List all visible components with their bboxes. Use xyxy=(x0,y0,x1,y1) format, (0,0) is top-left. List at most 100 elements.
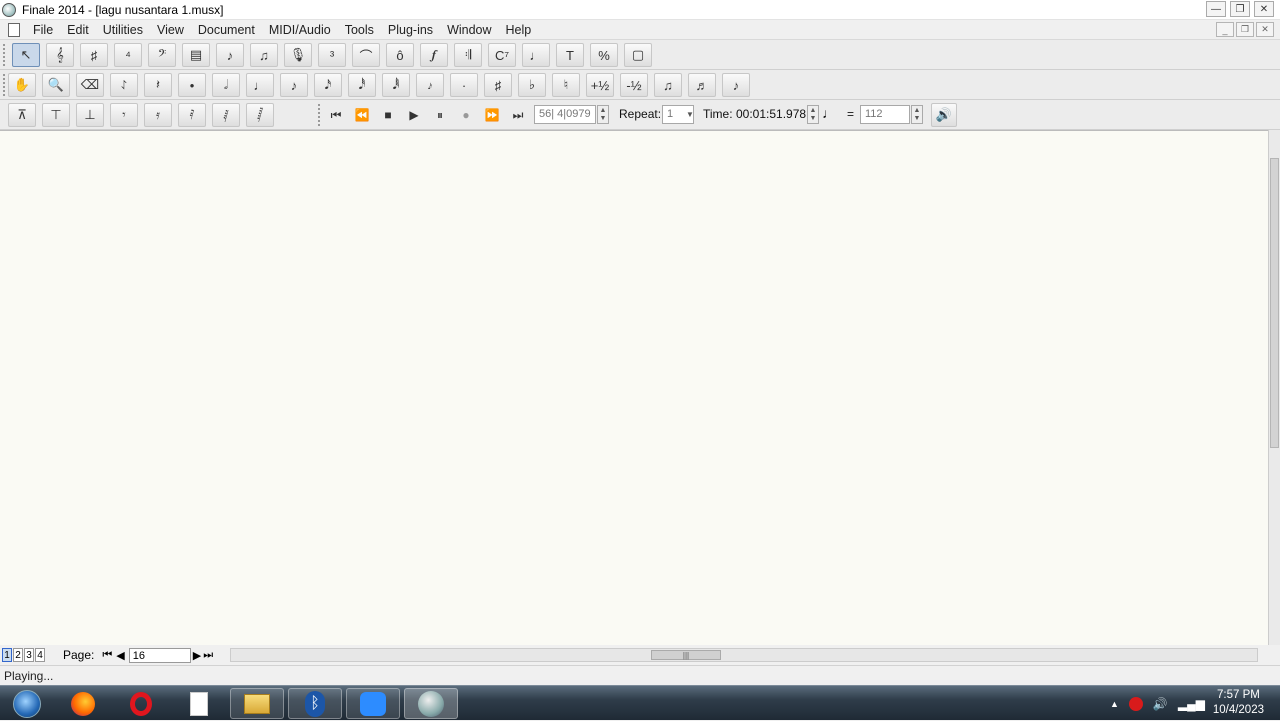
taskbar-explorer[interactable] xyxy=(230,688,284,719)
simple-entry-icon[interactable]: ♪ xyxy=(216,43,244,67)
score-view[interactable]: LAGU NUSANTARA16𝄞𝄞𝄞𝄞𝄢𝄢𝄢𝄞𝄞𝄞𝄥𝄥𝄥𝄥485051LAGU… xyxy=(0,130,1268,645)
quarter-note-icon[interactable]: ♩ xyxy=(822,105,836,121)
menu-view[interactable]: View xyxy=(150,23,191,37)
toolbar-grip[interactable] xyxy=(3,74,7,96)
tempo-field[interactable]: 112 xyxy=(860,105,910,124)
eighth-note-icon[interactable]: ♪ xyxy=(280,73,308,97)
dot-toggle-icon[interactable]: • xyxy=(178,73,206,97)
staff-style-7-icon[interactable]: 𝅁 xyxy=(212,103,240,127)
tuplet-tool-icon[interactable]: ³ xyxy=(318,43,346,67)
time-signature-tool-icon[interactable]: ⁴ xyxy=(114,43,142,67)
menu-edit[interactable]: Edit xyxy=(60,23,96,37)
taskbar-bluetooth[interactable]: ᛒ xyxy=(288,688,342,719)
next-page-icon[interactable]: ▶ xyxy=(193,649,201,662)
rest-icon[interactable]: 𝄽 xyxy=(144,73,172,97)
eraser-icon[interactable]: ⌫ xyxy=(76,73,104,97)
menu-midi-audio[interactable]: MIDI/Audio xyxy=(262,23,338,37)
augmentation-dot-icon[interactable]: · xyxy=(450,73,478,97)
volume-icon[interactable]: 🔊 xyxy=(1153,697,1168,711)
menu-window[interactable]: Window xyxy=(440,23,498,37)
staff-style-2-icon[interactable]: ⊤ xyxy=(42,103,70,127)
flat-icon[interactable]: ♭ xyxy=(518,73,546,97)
measure-counter-field[interactable]: 56| 4|0979 xyxy=(534,105,596,124)
play-icon[interactable]: ▶ xyxy=(404,105,424,125)
menu-tools[interactable]: Tools xyxy=(338,23,381,37)
tempo-unit-spinner[interactable]: ▲ ▼ xyxy=(807,105,819,124)
forward-to-end-icon[interactable]: ⏭ xyxy=(508,105,528,125)
half-step-up-icon[interactable]: +½ xyxy=(586,73,614,97)
chevron-down-icon[interactable]: ▼ xyxy=(686,110,694,119)
grace-note-icon[interactable]: 𝆔 xyxy=(416,73,444,97)
vertical-scrollbar[interactable] xyxy=(1268,130,1280,645)
toolbar-grip[interactable] xyxy=(318,104,322,126)
clef-tool-icon[interactable]: 𝄢 xyxy=(148,43,176,67)
tie-icon[interactable]: ⥌ xyxy=(110,73,138,97)
measure-tool-icon[interactable]: ▤ xyxy=(182,43,210,67)
counter-spinner[interactable]: ▲ ▼ xyxy=(597,105,609,124)
natural-icon[interactable]: ♮ xyxy=(552,73,580,97)
horizontal-scrollbar[interactable]: ||| xyxy=(230,648,1258,662)
fast-forward-icon[interactable]: ⏩ xyxy=(482,105,502,125)
show-hidden-icons-icon[interactable]: ▲ xyxy=(1110,699,1119,709)
menu-help[interactable]: Help xyxy=(499,23,539,37)
smart-shape-icon[interactable]: ⌒ xyxy=(352,43,380,67)
document-icon[interactable] xyxy=(8,22,20,37)
prev-page-icon[interactable]: ◀ xyxy=(116,649,124,662)
doc-restore-button[interactable]: ❐ xyxy=(1236,22,1254,37)
tempo-spinner[interactable]: ▲ ▼ xyxy=(911,105,923,124)
taskbar-opera[interactable] xyxy=(114,688,168,719)
view-tab-4[interactable]: 4 xyxy=(35,648,45,662)
toolbar-grip[interactable] xyxy=(3,44,7,66)
view-tab-3[interactable]: 3 xyxy=(24,648,34,662)
lyrics-tool-icon[interactable]: ♩ xyxy=(522,43,550,67)
beam-icon[interactable]: ♬ xyxy=(688,73,716,97)
key-signature-tool-icon[interactable]: ♯ xyxy=(80,43,108,67)
repeat-tool-icon[interactable]: 𝄇 xyxy=(454,43,482,67)
staff-style-5-icon[interactable]: 𝄿 xyxy=(144,103,172,127)
start-button[interactable] xyxy=(0,688,54,719)
rewind-icon[interactable]: ⏪ xyxy=(352,105,372,125)
quarter-note-icon[interactable]: ♩ xyxy=(246,73,274,97)
stop-icon[interactable]: ■ xyxy=(378,105,398,125)
zoom-icon[interactable]: 🔍 xyxy=(42,73,70,97)
tuplet-entry-icon[interactable]: ♫ xyxy=(654,73,682,97)
playback-settings-icon[interactable]: 🔊 xyxy=(931,103,957,127)
hand-grabber-icon[interactable]: ✋ xyxy=(8,73,36,97)
chord-tool-icon[interactable]: C⁷ xyxy=(488,43,516,67)
rewind-to-start-icon[interactable]: ⏮ xyxy=(326,105,346,125)
staff-style-3-icon[interactable]: ⊥ xyxy=(76,103,104,127)
expression-tool-icon[interactable]: 𝆑 xyxy=(420,43,448,67)
sharp-icon[interactable]: ♯ xyxy=(484,73,512,97)
taskbar-finale[interactable] xyxy=(404,688,458,719)
page-layout-icon[interactable]: ▢ xyxy=(624,43,652,67)
menu-document[interactable]: Document xyxy=(191,23,262,37)
taskbar-clock[interactable]: 7:57 PM 10/4/2023 xyxy=(1213,688,1264,718)
minimize-button[interactable]: — xyxy=(1206,1,1226,17)
staff-style-8-icon[interactable]: 𝅂 xyxy=(246,103,274,127)
menu-plug-ins[interactable]: Plug-ins xyxy=(381,23,440,37)
menu-utilities[interactable]: Utilities xyxy=(96,23,150,37)
maximize-button[interactable]: ❐ xyxy=(1230,1,1250,17)
view-tab-1[interactable]: 1 xyxy=(2,648,12,662)
staff-style-6-icon[interactable]: 𝅀 xyxy=(178,103,206,127)
resize-tool-icon[interactable]: % xyxy=(590,43,618,67)
thirtysecond-note-icon[interactable]: 𝅘𝅥𝅰 xyxy=(348,73,376,97)
network-signal-icon[interactable]: ▂▄▆ xyxy=(1178,697,1205,711)
sixteenth-note-icon[interactable]: 𝅘𝅥𝅯 xyxy=(314,73,342,97)
last-page-icon[interactable]: ⏭ xyxy=(203,649,213,662)
close-button[interactable]: ✕ xyxy=(1254,1,1274,17)
horizontal-scroll-thumb[interactable]: ||| xyxy=(651,650,721,660)
text-tool-icon[interactable]: T xyxy=(556,43,584,67)
hyperscribe-icon[interactable]: 🎙 xyxy=(284,43,312,67)
staff-tool-icon[interactable]: 𝄞 xyxy=(46,43,74,67)
doc-minimize-button[interactable]: _ xyxy=(1216,22,1234,37)
antivirus-icon[interactable] xyxy=(1128,696,1143,711)
speedy-entry-icon[interactable]: ♫ xyxy=(250,43,278,67)
taskbar-firefox[interactable] xyxy=(56,688,110,719)
taskbar-zoom[interactable] xyxy=(346,688,400,719)
page-number-field[interactable]: 16 xyxy=(128,647,191,663)
pause-icon[interactable]: ⏸ xyxy=(430,105,450,125)
flip-stem-icon[interactable]: ♪ xyxy=(722,73,750,97)
view-tab-2[interactable]: 2 xyxy=(13,648,23,662)
vertical-scroll-thumb[interactable] xyxy=(1270,158,1279,448)
